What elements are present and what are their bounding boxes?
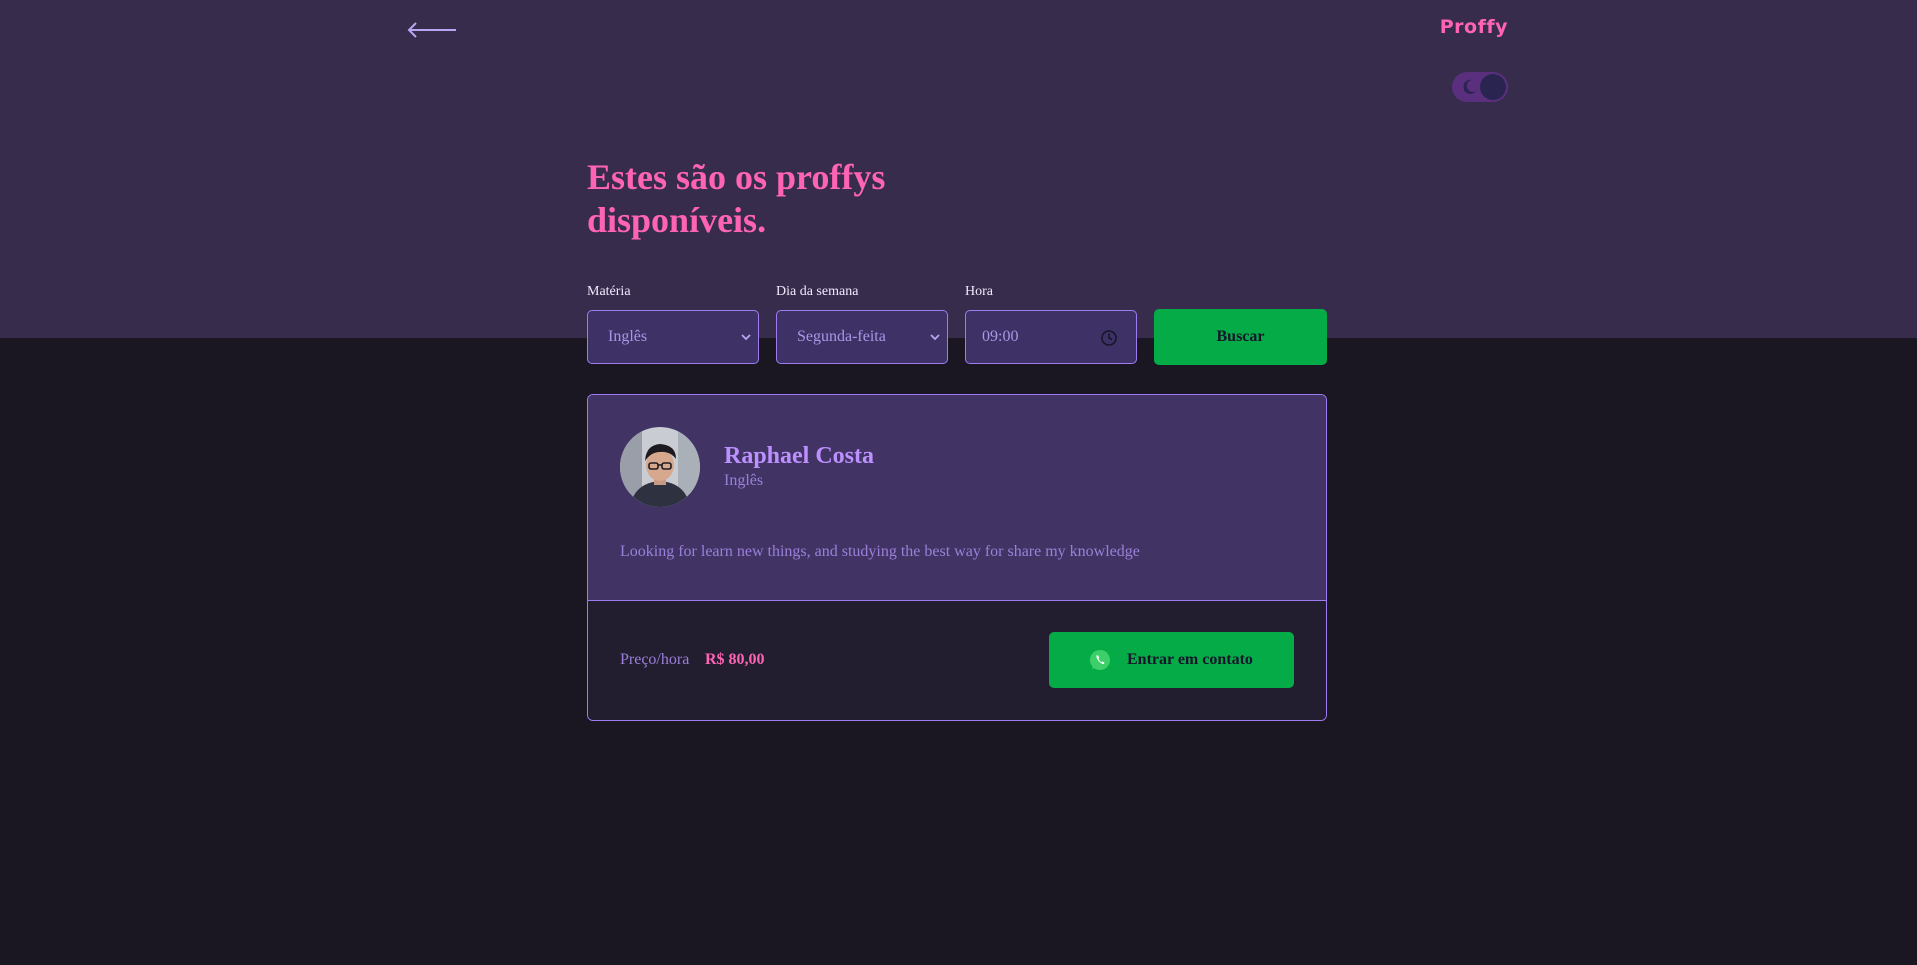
time-value: 09:00 (982, 328, 1019, 345)
search-button[interactable]: Buscar (1154, 309, 1327, 365)
theme-toggle[interactable] (1452, 72, 1508, 102)
moon-icon (1463, 79, 1476, 94)
toggle-knob (1480, 74, 1506, 100)
weekday-label: Dia da semana (776, 284, 859, 299)
teacher-card: Raphael Costa Inglês Looking for learn n… (587, 394, 1327, 721)
subject-select[interactable]: Inglês (587, 310, 759, 364)
teacher-bio: Looking for learn new things, and studyi… (620, 543, 1140, 560)
weekday-select[interactable]: Segunda-feita (776, 310, 948, 364)
weekday-value: Segunda-feita (797, 328, 886, 345)
teacher-name: Raphael Costa (724, 443, 875, 469)
chevron-down-icon (930, 334, 940, 341)
search-filters: Matéria Inglês Dia da semana Segunda-fei… (587, 284, 1327, 366)
price-value: R$ 80,00 (705, 651, 765, 668)
time-input[interactable]: 09:00 (965, 310, 1137, 364)
teacher-card-footer: Preço/hora R$ 80,00 Entrar em contato (588, 601, 1326, 720)
avatar (620, 427, 700, 507)
subject-label: Matéria (587, 284, 631, 299)
contact-button-label: Entrar em contato (1127, 651, 1253, 668)
clock-icon[interactable] (1100, 329, 1118, 347)
top-bar: Proffy (406, 14, 1508, 54)
contact-button[interactable]: Entrar em contato (1049, 632, 1294, 688)
back-button[interactable] (406, 20, 456, 40)
page-title: Estes são os proffys disponíveis. (587, 157, 886, 240)
chevron-down-icon (741, 334, 751, 341)
brand-logo[interactable]: Proffy (1440, 16, 1508, 38)
arrow-left-icon (407, 22, 456, 38)
whatsapp-icon (1090, 650, 1110, 670)
teacher-subject: Inglês (724, 472, 764, 489)
teacher-card-header: Raphael Costa Inglês Looking for learn n… (588, 395, 1326, 601)
time-label: Hora (965, 284, 993, 299)
price-label: Preço/hora (620, 651, 690, 668)
subject-value: Inglês (608, 328, 648, 345)
